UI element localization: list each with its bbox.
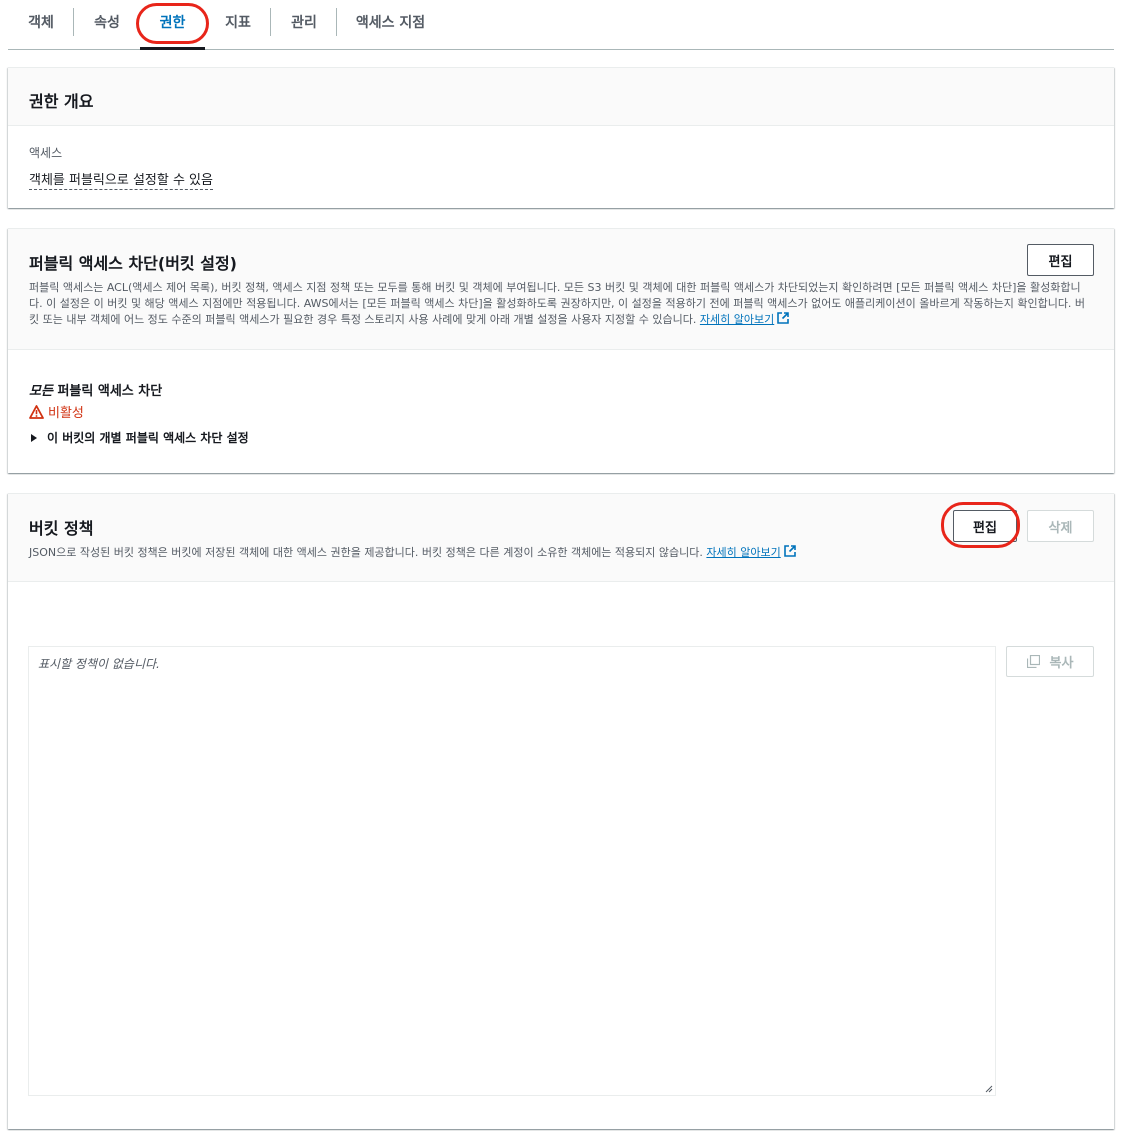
block-public-access-card: 퍼블릭 액세스 차단(버킷 설정) 편집 퍼블릭 액세스는 ACL(액세스 제어… [8,228,1114,473]
tab-label: 권한 [159,15,186,31]
access-label: 액세스 [29,146,63,160]
status-text: 비활성 [48,406,84,421]
block-all-suffix: 퍼블릭 액세스 차단 [52,384,163,399]
learn-more-label: 자세히 알아보기 [699,313,775,326]
tab-label: 관리 [291,15,317,31]
learn-more-link[interactable]: 자세히 알아보기 [706,545,796,559]
tab-bar: 객체 속성 권한 지표 관리 액세스 지점 [8,0,1114,50]
policy-placeholder: 표시할 정책이 없습니다. [38,657,160,671]
tab-management[interactable]: 관리 [271,0,337,49]
bucket-policy-edit-button[interactable]: 편집 [953,510,1017,542]
button-label: 편집 [973,520,997,536]
bucket-policy-title: 버킷 정책 [29,519,94,538]
learn-more-link[interactable]: 자세히 알아보기 [699,312,790,326]
status-indicator: 비활성 [29,402,84,421]
copy-button[interactable]: 복사 [1006,646,1094,677]
copy-icon [1026,655,1040,668]
block-public-edit-button[interactable]: 편집 [1027,244,1094,276]
bucket-policy-delete-button[interactable]: 삭제 [1027,510,1094,542]
button-label: 삭제 [1048,520,1073,536]
resize-handle-icon[interactable] [985,1085,993,1093]
tab-permissions[interactable]: 권한 [140,0,205,50]
button-label: 복사 [1049,656,1074,671]
block-public-title: 퍼블릭 액세스 차단(버킷 설정) [29,254,237,273]
access-value-wrap: 객체를 퍼블릭으로 설정할 수 있음 [29,169,213,190]
tab-properties[interactable]: 속성 [74,0,140,49]
bucket-policy-description: JSON으로 작성된 버킷 정책은 버킷에 저장된 객체에 대한 액세스 권한을… [29,545,949,561]
tab-access-points[interactable]: 액세스 지점 [337,0,444,49]
block-all-prefix: 모든 [29,384,53,399]
overview-header: 권한 개요 [8,68,1114,126]
tab-metrics[interactable]: 지표 [205,0,271,49]
block-public-header: 퍼블릭 액세스 차단(버킷 설정) 편집 퍼블릭 액세스는 ACL(액세스 제어… [8,229,1114,350]
caret-right-icon [31,433,37,442]
policy-textarea[interactable]: 표시할 정책이 없습니다. [28,646,996,1096]
button-label: 편집 [1048,254,1073,270]
external-link-icon [783,545,796,557]
tab-label: 지표 [225,15,251,31]
overview-title: 권한 개요 [29,92,94,111]
learn-more-label: 자세히 알아보기 [706,546,781,559]
permissions-page: 객체 속성 권한 지표 관리 액세스 지점 권한 개요 액세스 객체를 퍼블릭으… [0,0,1124,1137]
tab-label: 객체 [28,15,54,31]
tab-label: 속성 [94,15,120,31]
individual-settings-expander[interactable]: 이 버킷의 개별 퍼블릭 액세스 차단 설정 [29,429,249,446]
external-link-icon [777,312,790,324]
bucket-policy-card: 버킷 정책 JSON으로 작성된 버킷 정책은 버킷에 저장된 객체에 대한 액… [8,493,1114,1129]
access-value[interactable]: 객체를 퍼블릭으로 설정할 수 있음 [29,173,213,190]
block-public-description: 퍼블릭 액세스는 ACL(액세스 제어 목록), 버킷 정책, 액세스 지점 정… [29,280,1093,328]
permissions-overview-card: 권한 개요 액세스 객체를 퍼블릭으로 설정할 수 있음 [8,67,1114,208]
bucket-policy-desc-text: JSON으로 작성된 버킷 정책은 버킷에 저장된 객체에 대한 액세스 권한을… [29,546,703,559]
tab-label: 액세스 지점 [355,15,426,31]
tab-objects[interactable]: 객체 [8,0,74,49]
warning-icon [29,404,44,419]
block-public-desc-text: 퍼블릭 액세스는 ACL(액세스 제어 목록), 버킷 정책, 액세스 지점 정… [29,281,1086,326]
expander-label: 이 버킷의 개별 퍼블릭 액세스 차단 설정 [47,431,249,445]
block-all-label: 모든 퍼블릭 액세스 차단 [29,380,162,399]
bucket-policy-header: 버킷 정책 JSON으로 작성된 버킷 정책은 버킷에 저장된 객체에 대한 액… [8,494,1114,582]
